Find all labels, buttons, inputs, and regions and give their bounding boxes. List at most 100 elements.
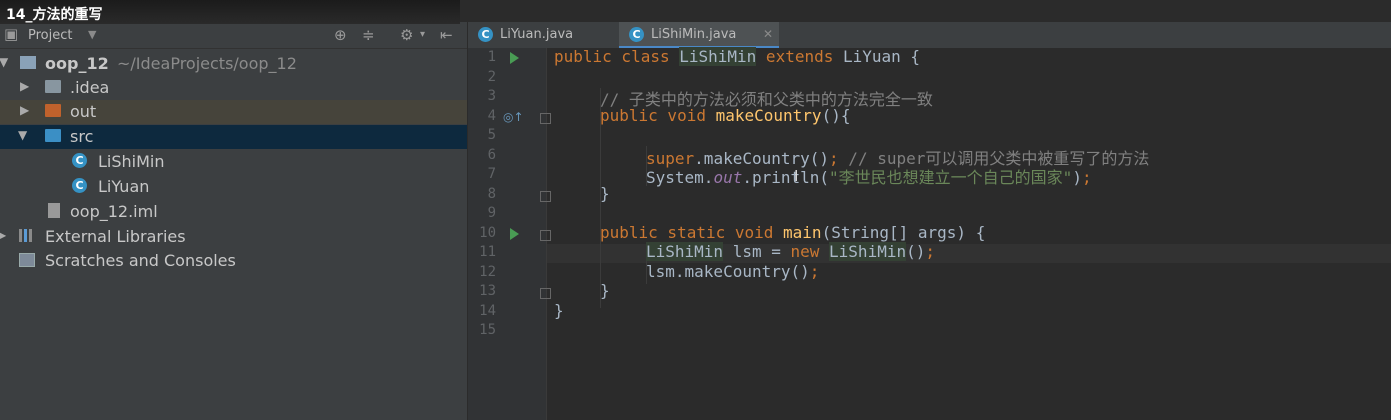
tree-item-external-libraries[interactable]: ▶ External Libraries [0, 225, 467, 249]
keyword: public class [554, 47, 680, 66]
line-number: 8 [487, 186, 496, 202]
tab-lishimin-java[interactable]: C LiShiMin.java ✕ [619, 22, 779, 48]
line-number: 7 [487, 166, 496, 182]
tree-item-label: out [70, 102, 97, 121]
keyword: public static void [600, 223, 784, 242]
collapse-all-icon[interactable]: ≑ [362, 26, 375, 44]
gear-icon[interactable]: ⚙ [400, 26, 413, 44]
library-icon [19, 229, 35, 242]
expand-arrow-icon[interactable]: ▼ [0, 55, 8, 69]
line-number: 2 [487, 69, 496, 85]
line-number: 1 [487, 49, 496, 65]
tab-label: LiYuan.java [500, 27, 574, 42]
tree-item-label: .idea [70, 78, 110, 97]
class-icon: C [72, 153, 87, 168]
collapse-arrow-icon[interactable]: ▶ [0, 228, 6, 242]
collapse-arrow-icon[interactable]: ▶ [20, 79, 29, 93]
run-icon[interactable] [510, 228, 519, 240]
code-text: (String[] args) { [821, 223, 986, 242]
code-text: lsm = [723, 242, 791, 261]
override-marker-icon[interactable]: ◎↑ [503, 110, 524, 124]
tree-item-out[interactable]: ▶ out [0, 100, 467, 124]
semicolon: ; [1081, 168, 1092, 187]
line-number: 4 [487, 108, 496, 124]
fold-icon[interactable] [540, 288, 551, 299]
class-icon: C [629, 27, 644, 42]
editor-tabs: C LiYuan.java C LiShiMin.java ✕ [468, 22, 1391, 49]
class-name: LiShiMin [829, 242, 907, 261]
line-number: 15 [479, 322, 496, 338]
tree-item-scratches[interactable]: Scratches and Consoles [0, 249, 467, 273]
line-number: 11 [479, 244, 496, 260]
hide-panel-icon[interactable]: ⇤ [440, 26, 453, 44]
tree-item-src[interactable]: ▼ src [0, 125, 467, 149]
project-view-selector[interactable]: Project [28, 28, 72, 43]
project-toolbar: ▣ Project ▼ ⊕ ≑ ⚙ ▾ ⇤ [0, 22, 467, 49]
class-icon: C [72, 178, 87, 193]
fold-icon[interactable] [540, 113, 551, 124]
tree-item-label: src [70, 127, 94, 146]
tree-item-label: oop_12.iml [70, 202, 158, 221]
run-icon[interactable] [510, 52, 519, 64]
line-number: 9 [487, 205, 496, 221]
code-line-7[interactable]: System.out.println("李世民也想建立一个自己的国家"); [646, 164, 1092, 188]
code-line-13[interactable]: } [600, 281, 610, 300]
tree-item-label: External Libraries [45, 227, 186, 246]
line-number: 14 [479, 303, 496, 319]
code-line-14[interactable]: } [554, 301, 564, 320]
class-name: LiShiMin [646, 242, 724, 261]
code-line-11[interactable]: LiShiMin lsm = new LiShiMin(); [646, 242, 935, 261]
file-icon [48, 203, 60, 218]
tree-item-iml[interactable]: oop_12.iml [0, 200, 467, 224]
folder-icon [45, 104, 61, 117]
code-text: (){ [821, 106, 851, 125]
folder-icon [45, 80, 61, 93]
expand-arrow-icon[interactable]: ▼ [18, 128, 27, 142]
static-field: out [713, 168, 743, 187]
code-text: } [554, 301, 564, 320]
line-number: 13 [479, 283, 496, 299]
line-number: 5 [487, 127, 496, 143]
tree-item-idea[interactable]: ▶ .idea [0, 76, 467, 100]
scratches-icon [19, 253, 35, 267]
code-text: ) [1072, 168, 1082, 187]
close-icon[interactable]: ✕ [763, 27, 773, 41]
collapse-arrow-icon[interactable]: ▶ [20, 103, 29, 117]
locate-icon[interactable]: ⊕ [334, 26, 347, 44]
chevron-down-icon[interactable]: ▾ [420, 29, 425, 40]
code-line-4[interactable]: public void makeCountry(){ [600, 106, 850, 125]
code-text: } [600, 281, 610, 300]
fold-icon[interactable] [540, 191, 551, 202]
code-text: LiYuan { [843, 47, 921, 66]
keyword: extends [756, 47, 843, 66]
tree-item-label: oop_12 [45, 54, 109, 73]
tree-item-lishimin[interactable]: C LiShiMin [0, 150, 467, 174]
chevron-down-icon[interactable]: ▼ [88, 28, 96, 41]
method-name: makeCountry [715, 106, 822, 125]
code-text: System. [646, 168, 714, 187]
tree-item-oop-12[interactable]: ▼ oop_12 ~/IdeaProjects/oop_12 [0, 52, 467, 76]
code-line-12[interactable]: lsm.makeCountry(); [646, 262, 819, 281]
code-line-1[interactable]: public class LiShiMin extends LiYuan { [554, 47, 920, 66]
tree-item-liyuan[interactable]: C LiYuan [0, 175, 467, 199]
module-path-hint: ~/IdeaProjects/oop_12 [117, 54, 297, 73]
line-number: 12 [479, 264, 496, 280]
source-folder-icon [45, 129, 61, 142]
module-icon [20, 56, 36, 69]
tab-liyuan-java[interactable]: C LiYuan.java [468, 22, 618, 48]
project-view-icon: ▣ [4, 25, 19, 43]
video-title-bar: 14_方法的重写 [0, 0, 460, 24]
semicolon: ; [809, 262, 820, 281]
method-name: main [783, 223, 822, 242]
line-number: 3 [487, 88, 496, 104]
class-name: LiShiMin [679, 47, 757, 66]
keyword: new [790, 242, 830, 261]
video-title: 14_方法的重写 [6, 7, 103, 23]
semicolon: ; [925, 242, 935, 261]
fold-icon[interactable] [540, 230, 551, 241]
string-literal: "李世民也想建立一个自己的国家" [829, 168, 1073, 187]
code-line-10[interactable]: public static void main(String[] args) { [600, 223, 985, 242]
code-line-8[interactable]: } [600, 184, 610, 203]
code-text: .println( [742, 168, 830, 187]
code-text: () [906, 242, 926, 261]
